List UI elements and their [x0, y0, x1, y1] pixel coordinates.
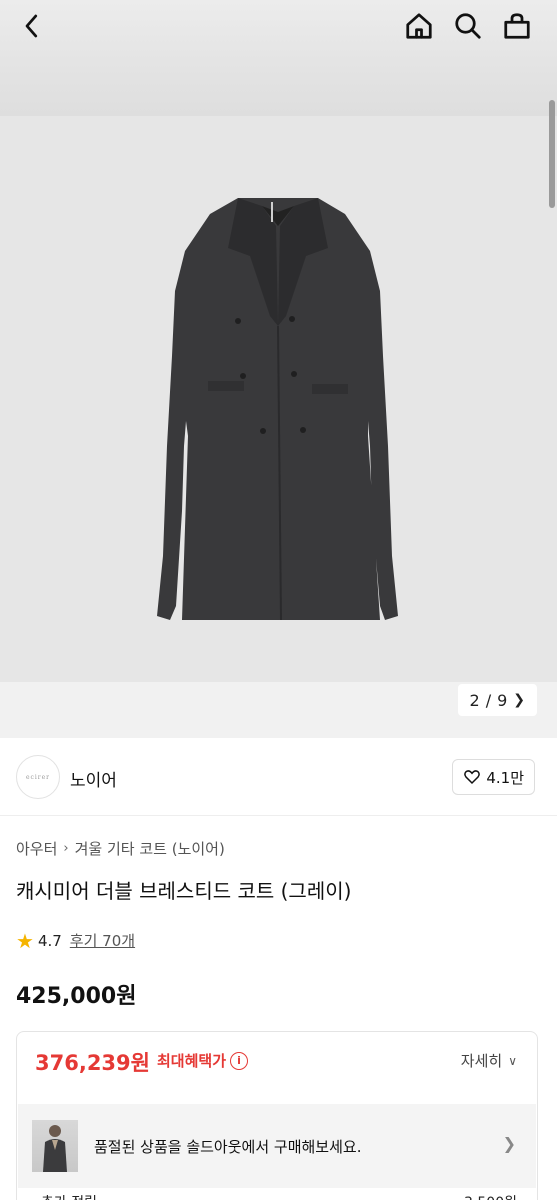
- top-app-bar: [0, 0, 557, 116]
- home-icon: [406, 13, 432, 39]
- rating-value: 4.7: [37, 931, 62, 950]
- search-icon: [455, 13, 481, 39]
- brand-logo[interactable]: ecirer: [16, 755, 60, 799]
- back-button[interactable]: [12, 6, 52, 46]
- soldout-text: 품절된 상품을 솔드아웃에서 구매해보세요.: [94, 1138, 362, 1156]
- like-button[interactable]: 4.1만: [452, 759, 535, 795]
- pager-separator: /: [485, 690, 492, 710]
- gallery-pager[interactable]: 2 / 9 ❯: [457, 684, 537, 716]
- product-image-gallery[interactable]: [0, 116, 557, 682]
- search-button[interactable]: [448, 6, 488, 46]
- soldout-banner[interactable]: 품절된 상품을 솔드아웃에서 구매해보세요. ❯: [18, 1104, 536, 1188]
- brand-row[interactable]: ecirer 노이어 4.1만: [0, 740, 557, 816]
- product-title: 캐시미어 더블 브레스티드 코트 (그레이): [16, 879, 352, 903]
- person-in-coat-image: [43, 1125, 67, 1172]
- star-icon: ★: [16, 928, 34, 953]
- breadcrumb: 아우터 › 겨울 기타 코트 (노이어): [16, 838, 225, 859]
- heart-icon: [464, 770, 481, 785]
- extra-points-value: 3,500원: [464, 1192, 517, 1200]
- chevron-right-icon: ›: [63, 841, 69, 856]
- soldout-thumbnail: [32, 1120, 78, 1172]
- shopping-bag-icon: [504, 13, 530, 39]
- max-benefit-price: 376,239원: [35, 1051, 150, 1075]
- coat-image: [157, 198, 398, 621]
- rating-row[interactable]: ★ 4.7 후기 70개: [16, 930, 135, 951]
- reviews-link[interactable]: 후기 70개: [70, 930, 135, 951]
- extra-points-label: 추가 적립: [41, 1192, 97, 1200]
- like-count: 4.1만: [486, 768, 524, 787]
- page-scrollbar[interactable]: [549, 100, 555, 208]
- product-price: 425,000원: [16, 984, 137, 1009]
- cart-button[interactable]: [497, 6, 537, 46]
- breadcrumb-item-outer[interactable]: 아우터: [16, 838, 57, 859]
- chevron-right-icon: ❯: [513, 692, 525, 708]
- pager-total: 9: [497, 690, 508, 710]
- brand-logo-text: ecirer: [25, 773, 51, 781]
- max-benefit-label[interactable]: 최대혜택가 i: [157, 1050, 249, 1071]
- product-page: 2 / 9 ❯ ecirer 노이어 4.1만 아우터 › 겨울 기타 코트 (…: [0, 0, 557, 1200]
- breadcrumb-item-category[interactable]: 겨울 기타 코트 (노이어): [75, 838, 225, 859]
- chevron-down-icon: ∨: [508, 1053, 517, 1068]
- brand-name[interactable]: 노이어: [70, 766, 117, 791]
- benefit-box: 376,239원 최대혜택가 i 자세히 ∨ 품절된 상품을 솔드아웃에서 구매…: [16, 1031, 538, 1200]
- benefit-detail-button[interactable]: 자세히 ∨: [461, 1050, 517, 1071]
- chevron-right-icon: ❯: [502, 1134, 516, 1153]
- home-button[interactable]: [399, 6, 439, 46]
- info-icon[interactable]: i: [230, 1051, 249, 1070]
- max-benefit-label-text: 최대혜택가: [157, 1052, 227, 1070]
- pager-current: 2: [469, 690, 480, 710]
- benefit-detail-label: 자세히: [460, 1052, 503, 1070]
- chevron-left-icon: [25, 14, 38, 38]
